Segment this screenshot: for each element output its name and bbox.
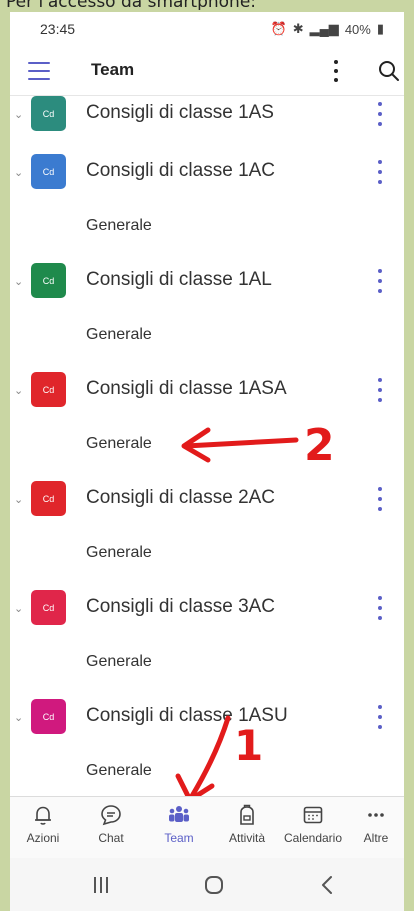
nav-label: Attività <box>228 831 265 845</box>
menu-icon[interactable] <box>28 62 50 80</box>
channel-item[interactable]: Generale <box>86 653 152 671</box>
chat-icon <box>101 805 121 826</box>
team-name: Consigli di classe 2AC <box>86 487 276 508</box>
nav-altre[interactable]: Altre <box>348 803 404 857</box>
team-options-icon[interactable] <box>376 160 384 184</box>
team-options-icon[interactable] <box>376 269 384 293</box>
team-options-icon[interactable] <box>376 705 384 729</box>
alarm-icon: ⏰ <box>270 21 287 36</box>
team-options-icon[interactable] <box>376 596 384 620</box>
team-name: Consigli di classe 1AL <box>86 269 272 290</box>
battery-icon: ▮ <box>376 21 384 36</box>
nav-azioni[interactable]: Azioni <box>11 803 75 857</box>
team-options-icon[interactable] <box>376 487 384 511</box>
chevron-down-icon[interactable]: ⌄ <box>14 275 26 288</box>
chevron-down-icon[interactable]: ⌄ <box>14 384 26 397</box>
channel-item[interactable]: Generale <box>86 217 152 235</box>
page-title: Team <box>91 60 135 79</box>
team-name: Consigli di classe 3AC <box>86 596 276 617</box>
team-avatar: Cd <box>31 699 66 734</box>
nav-label: Chat <box>98 831 124 845</box>
status-bar: 23:45 ⏰ ✱ ▂▄▆ 40% ▮ <box>10 12 404 46</box>
team-name: Consigli di classe 1ASA <box>86 378 287 399</box>
team-avatar: Cd <box>31 263 66 298</box>
chevron-down-icon[interactable]: ⌄ <box>14 166 26 179</box>
annotation-arrow-2: 2 <box>181 420 335 471</box>
calendar-icon <box>303 806 323 824</box>
chevron-down-icon[interactable]: ⌄ <box>14 108 26 121</box>
app-bar: Team <box>10 46 404 96</box>
annotation-label-1: 1 <box>234 721 263 770</box>
nav-label: Team <box>164 831 194 845</box>
team-row[interactable]: ⌄ Cd Consigli di classe 1AC <box>10 148 404 198</box>
channel-item[interactable]: Generale <box>86 544 152 562</box>
team-avatar: Cd <box>31 96 66 131</box>
bottom-navigation: Azioni Chat Team Attività Calendario Alt… <box>10 796 404 858</box>
team-name: Consigli di classe 1AC <box>86 160 276 181</box>
back-icon[interactable] <box>316 874 340 896</box>
nav-label: Calendario <box>283 831 343 845</box>
nav-label: Azioni <box>26 831 60 845</box>
bell-icon <box>35 806 51 825</box>
phone-screen: 23:45 ⏰ ✱ ▂▄▆ 40% ▮ Team ⌄ Cd Consigli d… <box>10 12 404 911</box>
channel-item[interactable]: Generale <box>86 762 152 780</box>
recent-apps-icon[interactable] <box>89 874 113 896</box>
team-list: ⌄ Cd Consigli di classe 1AS ⌄ Cd Consigl… <box>10 96 404 803</box>
team-row[interactable]: ⌄ Cd Consigli di classe 3AC <box>10 584 404 634</box>
team-avatar: Cd <box>31 372 66 407</box>
team-options-icon[interactable] <box>376 102 384 126</box>
bluetooth-icon: ✱ <box>292 21 304 36</box>
team-avatar: Cd <box>31 154 66 189</box>
battery-percent: 40% <box>344 21 371 37</box>
page-caption: Per l'accesso da smartphone: <box>6 0 257 10</box>
annotation-arrow-1: 1 <box>175 715 263 803</box>
channel-item[interactable]: Generale <box>86 435 152 453</box>
status-time: 23:45 <box>40 21 76 37</box>
backpack-icon <box>240 804 254 825</box>
team-avatar: Cd <box>31 590 66 625</box>
signal-icon: ▂▄▆ <box>309 21 339 36</box>
team-avatar: Cd <box>31 481 66 516</box>
search-icon[interactable] <box>378 60 400 82</box>
nav-chat[interactable]: Chat <box>79 803 143 857</box>
more-options-icon[interactable] <box>330 58 342 84</box>
nav-attivita[interactable]: Attività <box>215 803 279 857</box>
team-row[interactable]: ⌄ Cd Consigli di classe 1ASA <box>10 366 404 416</box>
team-row[interactable]: ⌄ Cd Consigli di classe 1AS <box>10 90 404 140</box>
channel-item[interactable]: Generale <box>86 326 152 344</box>
annotation-label-2: 2 <box>304 420 335 471</box>
nav-team[interactable]: Team <box>147 803 211 857</box>
chevron-down-icon[interactable]: ⌄ <box>14 711 26 724</box>
system-navigation <box>10 858 404 911</box>
team-options-icon[interactable] <box>376 378 384 402</box>
team-row[interactable]: ⌄ Cd Consigli di classe 2AC <box>10 475 404 525</box>
home-icon[interactable] <box>202 874 226 896</box>
chevron-down-icon[interactable]: ⌄ <box>14 602 26 615</box>
teams-icon <box>169 806 189 822</box>
team-name: Consigli di classe 1AS <box>86 102 274 123</box>
nav-calendario[interactable]: Calendario <box>281 803 345 857</box>
nav-label: Altre <box>363 831 389 845</box>
status-icons: ⏰ ✱ ▂▄▆ 40% ▮ <box>271 21 385 37</box>
chevron-down-icon[interactable]: ⌄ <box>14 493 26 506</box>
team-row[interactable]: ⌄ Cd Consigli di classe 1AL <box>10 257 404 307</box>
more-icon <box>368 813 384 817</box>
